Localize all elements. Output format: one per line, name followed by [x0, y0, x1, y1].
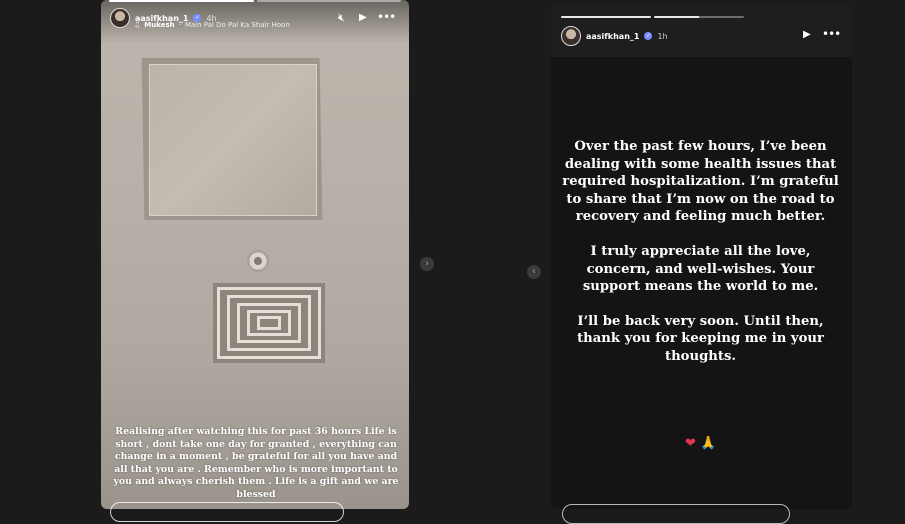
progress-segment	[109, 0, 254, 2]
progress-segment	[654, 16, 744, 18]
right-user-row[interactable]: aasifkhan_1 ✓ 1h	[561, 26, 668, 46]
progress-bar	[561, 16, 744, 18]
story-paragraph: I truly appreciate all the love, concern…	[582, 243, 819, 295]
emoji-row: ❤ 🙏	[685, 436, 716, 451]
play-icon[interactable]: ▶	[359, 12, 367, 23]
ceiling-hatch-panel	[149, 64, 317, 216]
air-vent	[213, 283, 325, 363]
more-icon[interactable]: •••	[822, 27, 841, 41]
chevron-right-icon[interactable]: ›	[420, 257, 434, 271]
music-note-icon: ♫	[134, 21, 141, 29]
music-info[interactable]: ♫ Mukesh · Main Pal Do Pal Ka Shair Hoon	[134, 21, 290, 29]
vent-ring	[257, 316, 281, 330]
heart-icon: ❤	[685, 436, 696, 451]
play-icon[interactable]: ▶	[803, 29, 811, 40]
reply-input[interactable]	[110, 502, 344, 522]
story-paragraph: I’ll be back very soon. Until then, than…	[577, 313, 824, 364]
story-paragraph: Over the past few hours, I’ve been deali…	[562, 139, 839, 225]
praying-hands-icon: 🙏	[700, 436, 717, 451]
post-time: 1h	[657, 31, 668, 41]
avatar[interactable]	[561, 26, 581, 46]
music-separator: ·	[178, 21, 181, 29]
mute-icon[interactable]: 🔇︎	[338, 11, 345, 25]
verified-icon: ✓	[644, 32, 653, 40]
music-song: Main Pal Do Pal Ka Shair Hoon	[184, 21, 290, 29]
story-text: Over the past few hours, I’ve been deali…	[562, 138, 839, 383]
chevron-left-icon[interactable]: ‹	[527, 265, 541, 279]
sprinkler	[247, 250, 269, 272]
music-artist: Mukesh	[144, 21, 175, 29]
more-icon[interactable]: •••	[377, 10, 396, 24]
username[interactable]: aasifkhan_1	[586, 32, 639, 41]
avatar[interactable]	[110, 8, 130, 28]
progress-segment	[561, 16, 651, 18]
reply-input[interactable]	[562, 504, 790, 524]
progress-bar	[109, 0, 401, 2]
progress-segment	[256, 0, 401, 2]
story-caption: Realising after watching this for past 3…	[113, 426, 399, 500]
